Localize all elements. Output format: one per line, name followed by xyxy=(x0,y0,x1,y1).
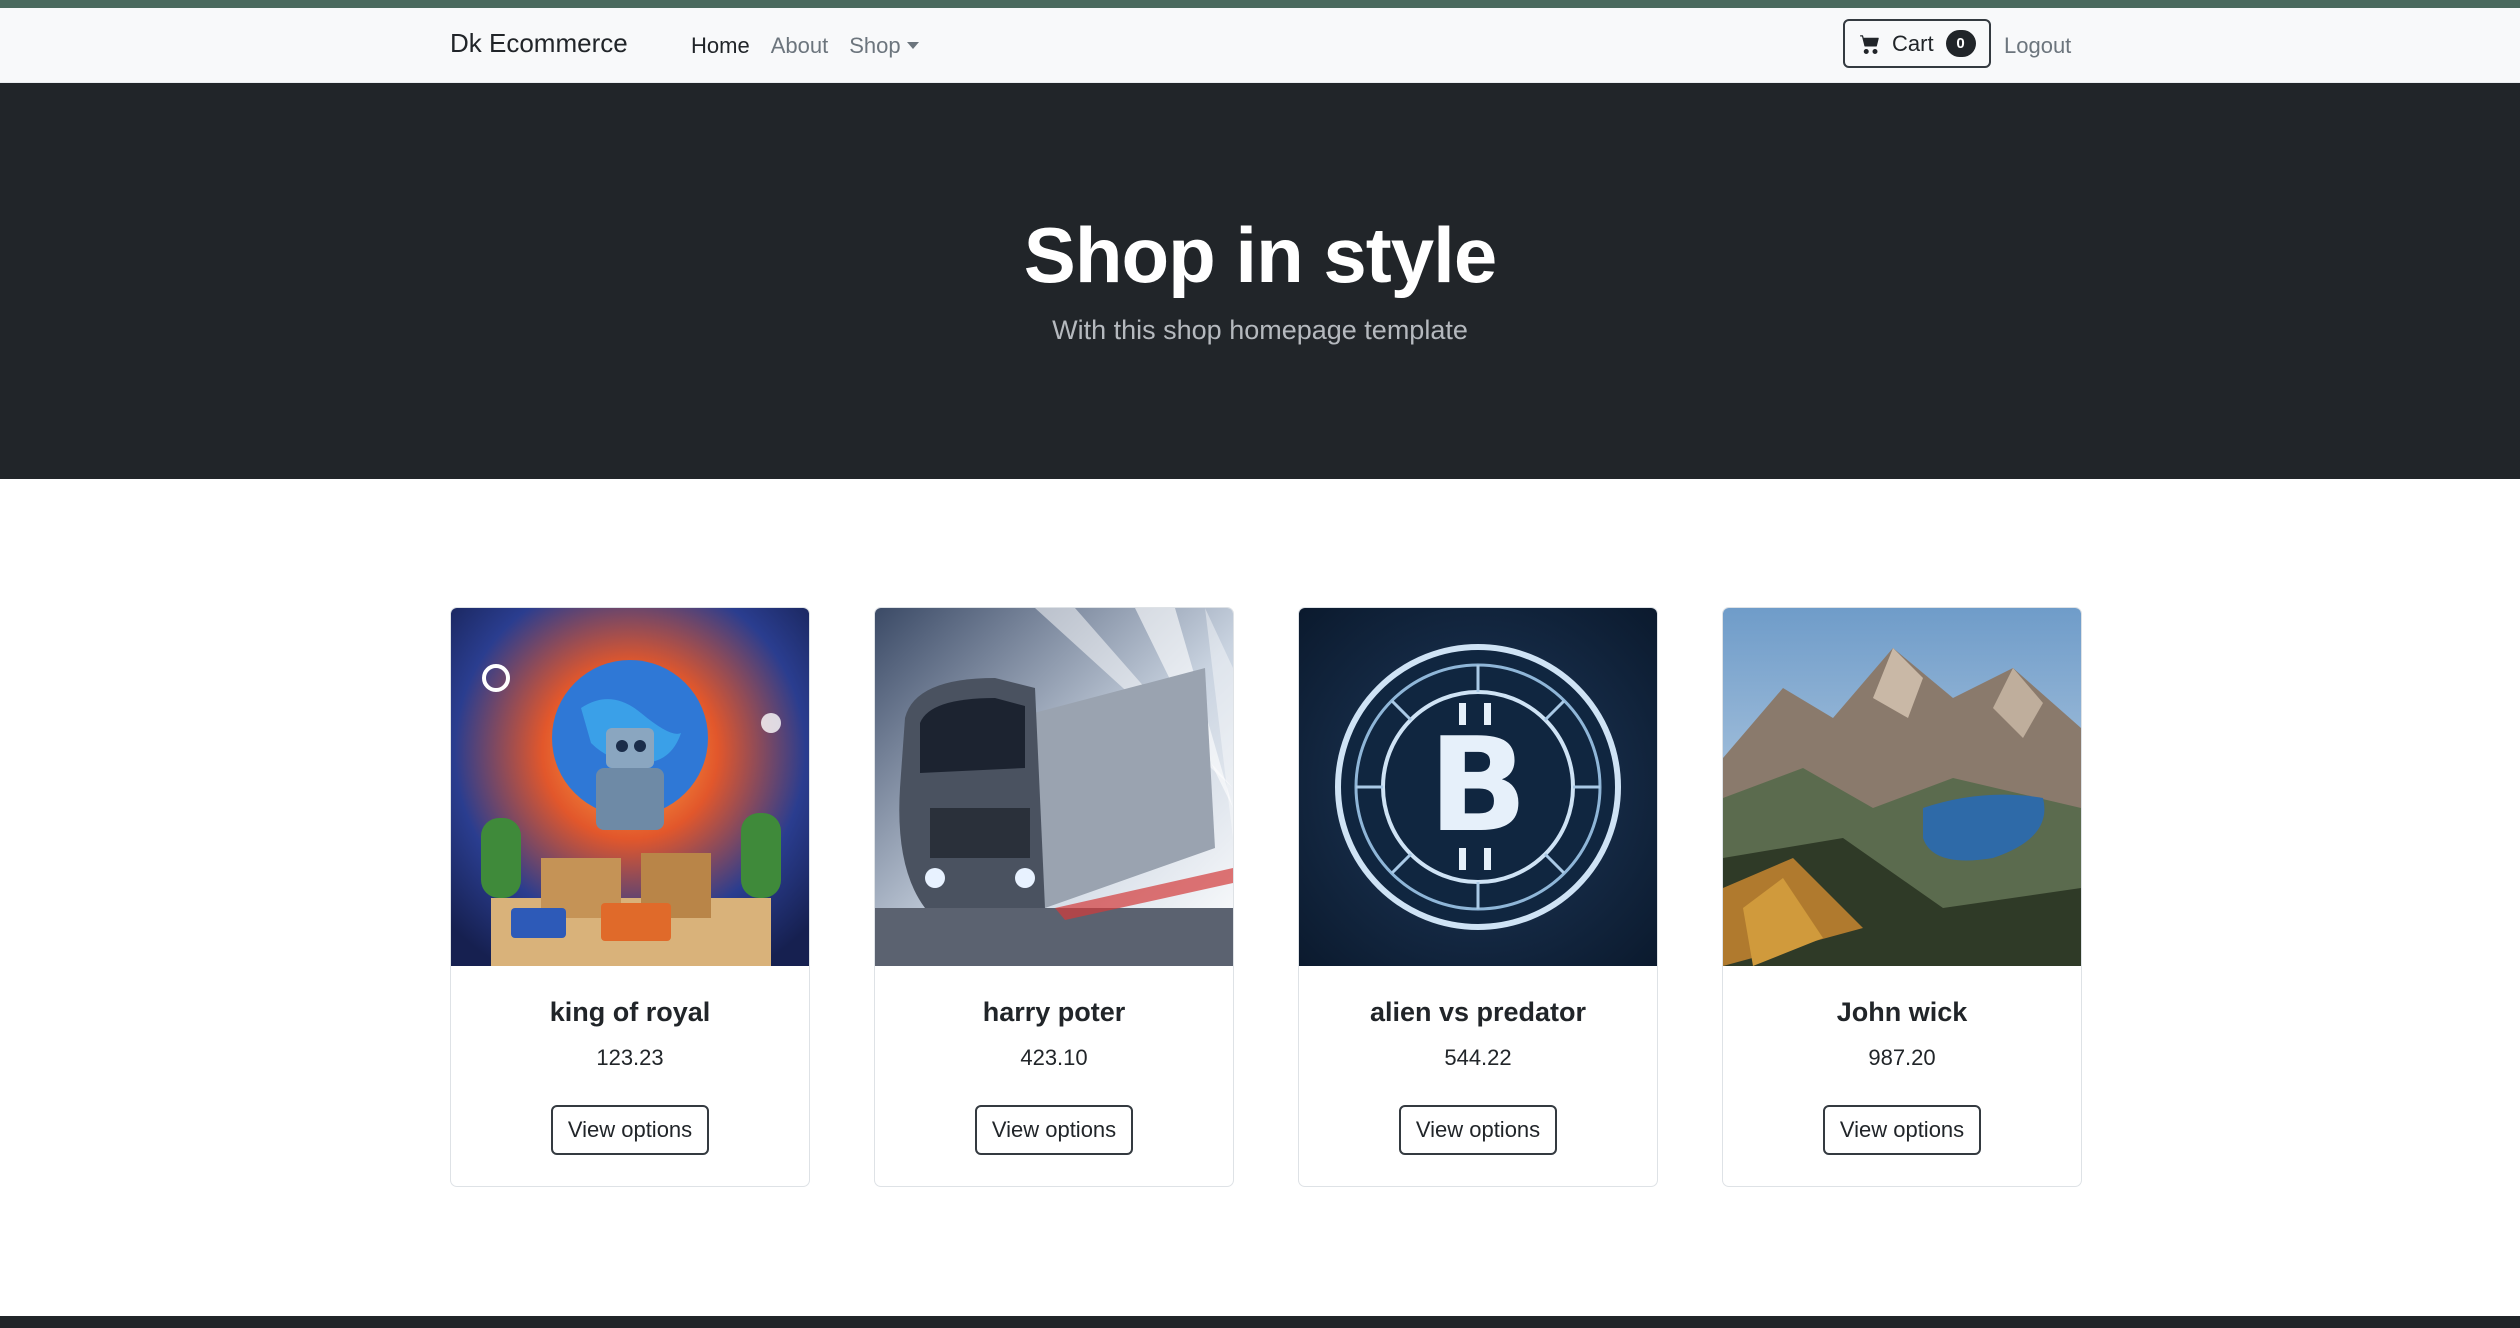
hero-banner: Shop in style With this shop homepage te… xyxy=(0,83,2520,479)
product-name: harry poter xyxy=(982,997,1126,1027)
hero-title: Shop in style xyxy=(1023,211,1497,299)
footer xyxy=(0,1316,2520,1328)
hero-subtitle: With this shop homepage template xyxy=(1052,315,1468,345)
brand-logo[interactable]: Dk Ecommerce xyxy=(450,28,628,59)
product-name: king of royal xyxy=(549,997,711,1027)
cart-button[interactable]: Cart 0 xyxy=(1843,19,1991,68)
product-card: harry poter 423.10 View options xyxy=(874,607,1234,1187)
logout-link[interactable]: Logout xyxy=(2004,33,2071,59)
view-options-button[interactable]: View options xyxy=(551,1105,709,1155)
product-name: alien vs predator xyxy=(1369,997,1587,1027)
nav-home-link[interactable]: Home xyxy=(691,33,750,59)
chevron-down-icon xyxy=(906,42,919,49)
product-price: 987.20 xyxy=(1868,1045,1936,1070)
product-price: 423.10 xyxy=(1020,1045,1088,1070)
nav-shop-label: Shop xyxy=(849,33,901,58)
product-card: John wick 987.20 View options xyxy=(1722,607,2082,1187)
view-options-button[interactable]: View options xyxy=(1399,1105,1557,1155)
nav-about-link[interactable]: About xyxy=(771,33,829,59)
product-image[interactable] xyxy=(1723,608,2081,966)
nav-links: Home About Shop xyxy=(691,33,919,59)
product-image[interactable] xyxy=(451,608,809,966)
product-card: B alien vs predator 544.22 View options xyxy=(1298,607,1658,1187)
nav-shop-dropdown[interactable]: Shop xyxy=(849,33,919,59)
view-options-button[interactable]: View options xyxy=(1823,1105,1981,1155)
navbar: Dk Ecommerce Home About Shop Cart 0 Logo… xyxy=(0,8,2520,83)
top-accent-bar xyxy=(0,0,2520,8)
svg-text:B: B xyxy=(1428,709,1527,861)
product-image[interactable] xyxy=(875,608,1233,966)
view-options-button[interactable]: View options xyxy=(975,1105,1133,1155)
cart-icon xyxy=(1860,34,1879,54)
cart-label: Cart xyxy=(1892,30,1934,56)
product-price: 123.23 xyxy=(596,1045,664,1070)
product-name: John wick xyxy=(1836,997,1968,1027)
product-image[interactable]: B xyxy=(1299,608,1657,966)
product-card: king of royal 123.23 View options xyxy=(450,607,810,1187)
cart-count-badge: 0 xyxy=(1945,30,1976,57)
product-price: 544.22 xyxy=(1444,1045,1512,1070)
